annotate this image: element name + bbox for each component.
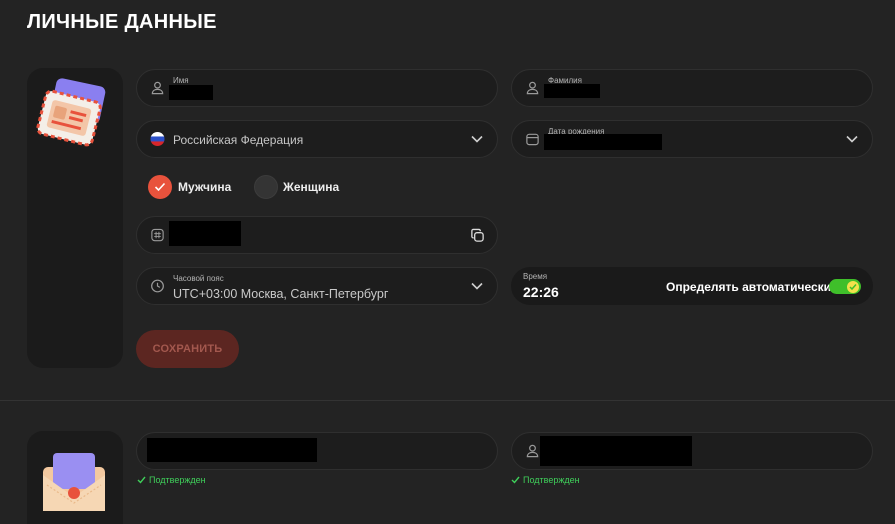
id-card-illustration — [36, 78, 106, 147]
section-divider — [0, 400, 895, 401]
last-name-field[interactable]: Фамилия — [511, 69, 873, 107]
chevron-down-icon — [846, 135, 858, 143]
envelope-illustration — [43, 453, 105, 511]
birthdate-value-redacted — [544, 134, 662, 150]
phone-verified-text: Подтвержден — [523, 475, 580, 485]
id-number-field[interactable] — [136, 216, 498, 254]
timezone-select[interactable]: Часовой пояс UTC+03:00 Москва, Санкт-Пет… — [136, 267, 498, 305]
check-icon — [137, 476, 146, 484]
time-label: Время — [523, 272, 548, 281]
calendar-icon — [526, 133, 539, 146]
page-title: ЛИЧНЫЕ ДАННЫЕ — [27, 11, 217, 33]
gender-male-label[interactable]: Мужчина — [178, 180, 231, 194]
chevron-down-icon — [471, 135, 483, 143]
timezone-label: Часовой пояс — [173, 274, 224, 283]
time-value: 22:26 — [523, 284, 559, 300]
email-verified-text: Подтвержден — [149, 475, 206, 485]
time-panel: Время 22:26 Определять автоматически — [511, 267, 873, 305]
first-name-label: Имя — [173, 76, 189, 85]
id-number-redacted — [169, 221, 241, 246]
email-verified-status: Подтвержден — [137, 475, 206, 485]
phone-value-redacted — [540, 436, 692, 466]
gender-male-radio[interactable] — [148, 175, 172, 199]
phone-field[interactable] — [511, 432, 873, 470]
toggle-knob — [847, 280, 859, 293]
birthdate-field[interactable]: Дата рождения — [511, 120, 873, 158]
chevron-down-icon — [471, 282, 483, 290]
russia-flag-icon — [150, 131, 165, 147]
gender-female-label[interactable]: Женщина — [283, 180, 339, 194]
timezone-value: UTC+03:00 Москва, Санкт-Петербург — [173, 287, 389, 301]
email-field[interactable] — [136, 432, 498, 470]
user-icon — [526, 81, 539, 95]
last-name-value-redacted — [544, 84, 600, 98]
personal-data-illustration-card — [27, 68, 123, 368]
first-name-field[interactable]: Имя — [136, 69, 498, 107]
auto-detect-toggle[interactable] — [829, 279, 861, 294]
check-icon — [154, 182, 166, 192]
copy-icon[interactable] — [470, 228, 485, 243]
clock-icon — [151, 279, 164, 293]
gender-female-radio[interactable] — [254, 175, 278, 199]
check-icon — [511, 476, 520, 484]
country-select[interactable]: Российская Федерация — [136, 120, 498, 158]
first-name-value-redacted — [169, 85, 213, 100]
email-value-redacted — [147, 438, 317, 462]
save-button[interactable]: СОХРАНИТЬ — [136, 330, 239, 368]
country-value: Российская Федерация — [173, 133, 304, 147]
auto-detect-label: Определять автоматически — [666, 280, 832, 294]
hash-icon — [151, 228, 164, 242]
phone-verified-status: Подтвержден — [511, 475, 580, 485]
user-icon — [526, 444, 539, 458]
user-icon — [151, 81, 164, 95]
contacts-illustration-card — [27, 431, 123, 524]
check-icon — [849, 283, 857, 290]
